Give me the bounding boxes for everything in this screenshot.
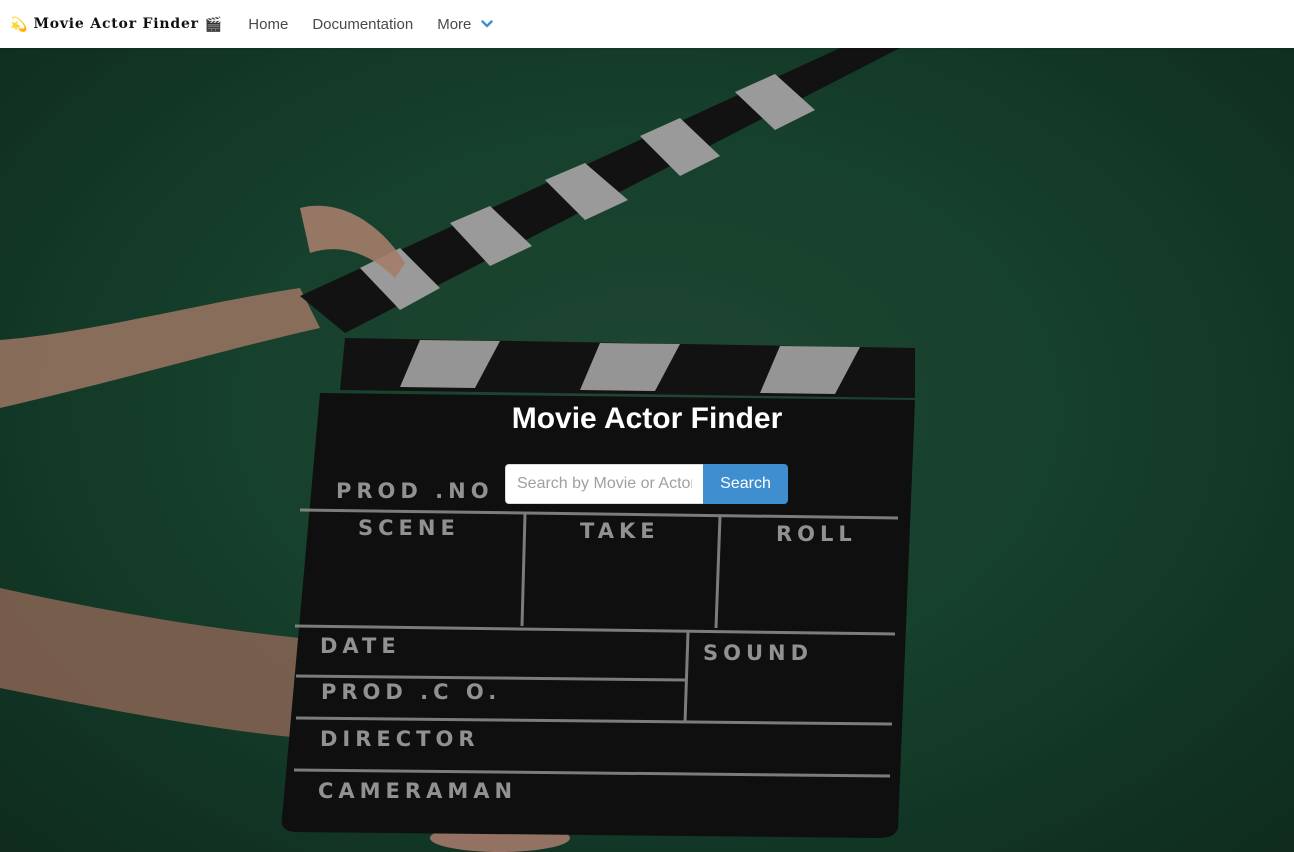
search-form: Search [505,464,788,504]
search-button[interactable]: Search [703,464,788,504]
brand-logo-link[interactable]: 💫 Movie Actor Finder 🎬 [10,0,222,48]
brand-title: Movie Actor Finder [33,16,199,32]
nav-more-label: More [437,15,472,33]
hero-content: Movie Actor Finder Search [0,48,1294,852]
search-input[interactable] [505,464,703,504]
hero-section: PROD .NO SCENE TAKE ROLL DATE SOUND PROD… [0,48,1294,852]
nav-documentation[interactable]: Documentation [300,0,425,48]
nav-home[interactable]: Home [236,0,300,48]
nav-more-dropdown[interactable]: More [425,0,505,48]
chevron-down-icon [481,16,494,33]
sparkle-icon: 💫 [10,15,28,32]
hero-title: Movie Actor Finder [511,402,783,435]
clapper-icon: 🎬 [204,15,223,32]
navbar: 💫 Movie Actor Finder 🎬 Home Documentatio… [0,0,1294,48]
